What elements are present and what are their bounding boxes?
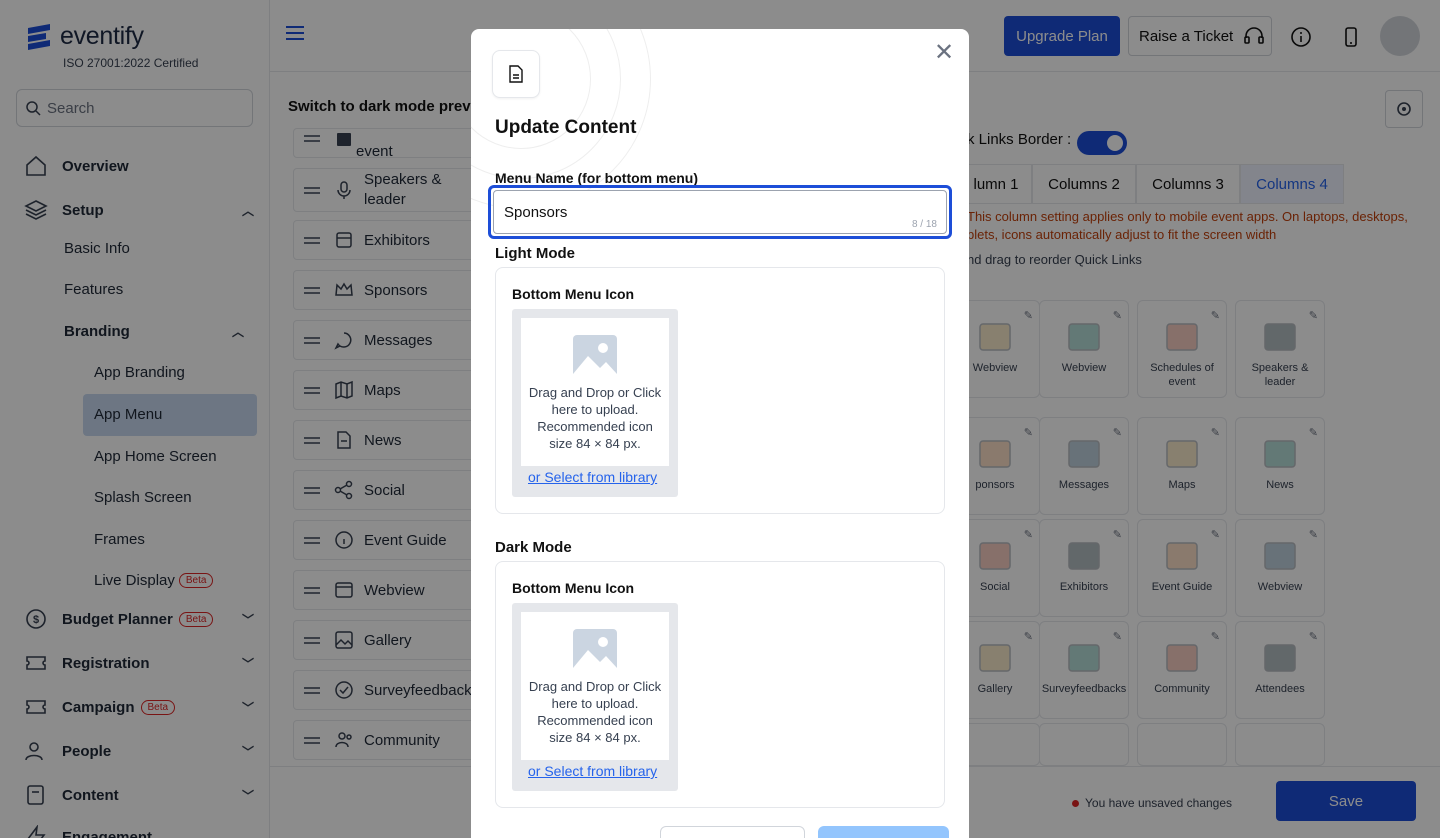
upload-instructions: Drag and Drop or Click here to upload. R…	[528, 679, 662, 745]
bottom-menu-icon-label: Bottom Menu Icon	[512, 286, 635, 302]
update-content-modal: ✕ Update Content Menu Name (for bottom m…	[471, 29, 969, 838]
menu-name-label: Menu Name (for bottom menu)	[495, 170, 698, 186]
bottom-menu-icon-label: Bottom Menu Icon	[512, 580, 635, 596]
dark-mode-section: Bottom Menu Icon Drag and Drop or Click …	[495, 561, 945, 808]
upload-dropzone[interactable]: Drag and Drop or Click here to upload. R…	[521, 612, 669, 760]
select-from-library-link[interactable]: or Select from library	[528, 763, 657, 779]
light-icon-uploader[interactable]: Drag and Drop or Click here to upload. R…	[512, 309, 678, 497]
close-icon[interactable]: ✕	[934, 41, 954, 65]
dark-icon-uploader[interactable]: Drag and Drop or Click here to upload. R…	[512, 603, 678, 791]
upload-instructions: Drag and Drop or Click here to upload. R…	[528, 385, 662, 451]
menu-name-input[interactable]	[493, 190, 947, 234]
dark-mode-label: Dark Mode	[495, 539, 572, 556]
menu-name-field-focus: 8 / 18	[488, 185, 952, 239]
upload-dropzone[interactable]: Drag and Drop or Click here to upload. R…	[521, 318, 669, 466]
update-button[interactable]	[818, 826, 949, 838]
character-counter: 8 / 18	[911, 219, 937, 230]
cancel-button[interactable]	[660, 826, 805, 838]
image-placeholder-icon	[573, 335, 617, 379]
light-mode-section: Bottom Menu Icon Drag and Drop or Click …	[495, 267, 945, 514]
modal-title: Update Content	[495, 117, 637, 138]
light-mode-label: Light Mode	[495, 245, 575, 262]
image-placeholder-icon	[573, 629, 617, 673]
select-from-library-link[interactable]: or Select from library	[528, 469, 657, 485]
document-icon	[492, 50, 540, 98]
